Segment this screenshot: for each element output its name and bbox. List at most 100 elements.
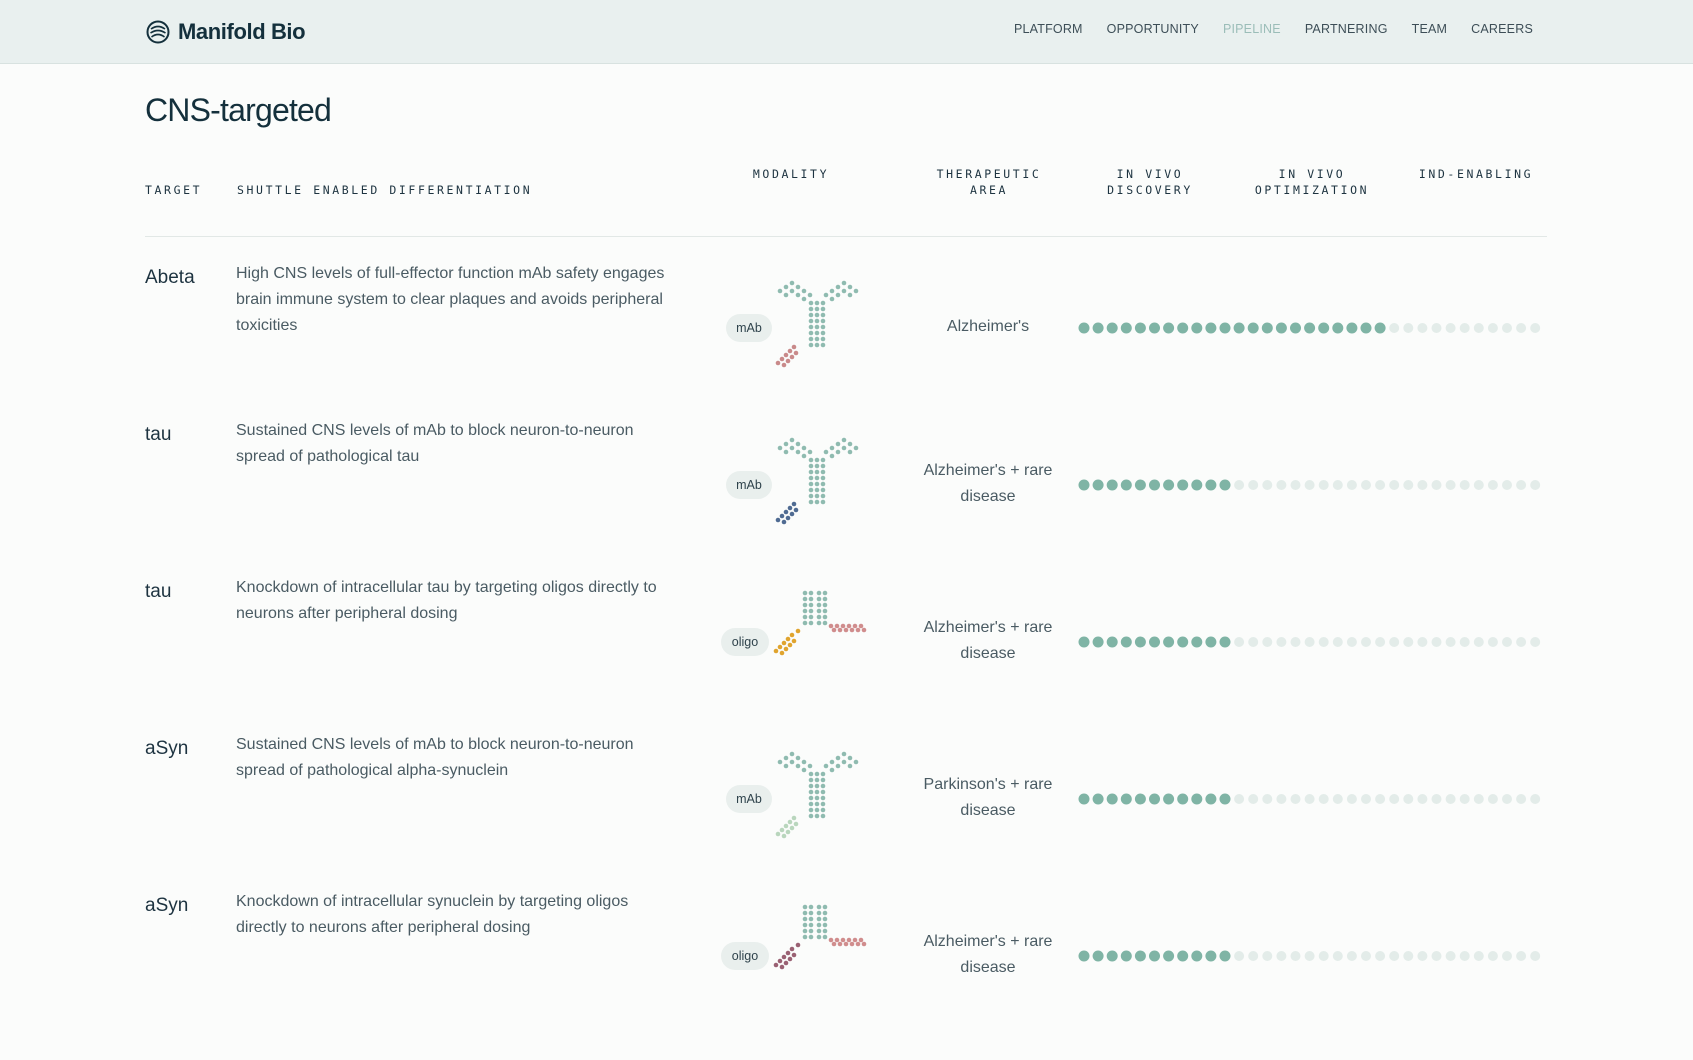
oligo-tail-dot (861, 627, 867, 633)
column-header-area: THERAPEUTIC AREA (937, 166, 1042, 198)
oligo-dot (822, 928, 828, 934)
antibody-dot (820, 807, 826, 813)
column-header-optimization-line1: IN VIVO (1278, 167, 1346, 181)
row-target: aSyn (145, 738, 189, 759)
progress-dot-filled (1205, 322, 1217, 334)
progress-dot-filled (1120, 950, 1132, 962)
antibody-dot (829, 453, 835, 459)
progress-dot-empty (1361, 794, 1371, 804)
progress-dot-filled (1106, 479, 1118, 491)
oligo-dot (802, 608, 808, 614)
progress-dot-filled (1247, 322, 1259, 334)
antibody-dot (829, 759, 835, 765)
progress-dot-empty (1403, 951, 1414, 961)
nav-partnering[interactable]: PARTNERING (1305, 22, 1388, 36)
antibody-dot (808, 499, 814, 505)
shuttle-dot (785, 358, 791, 364)
antibody-dot (820, 312, 826, 318)
progress-dot-empty (1487, 637, 1498, 647)
oligo-icon (773, 590, 867, 656)
antibody-dot (820, 493, 826, 499)
progress-dot-empty (1431, 794, 1442, 804)
nav-platform[interactable]: PLATFORM (1014, 22, 1083, 36)
progress-dot-empty (1459, 794, 1470, 804)
progress-dot-empty (1502, 951, 1512, 961)
progress-dot-filled (1219, 479, 1231, 491)
progress-dot-filled (1092, 322, 1104, 334)
progress-dot-empty (1304, 637, 1315, 647)
progress-dot-filled (1177, 636, 1189, 648)
oligo-dot (802, 602, 808, 608)
progress-dot-empty (1248, 794, 1259, 804)
progress-dot-empty (1530, 323, 1541, 333)
progress-dot-empty (1417, 323, 1428, 333)
logo-link[interactable]: Manifold Bio (146, 17, 306, 47)
antibody-dot (841, 751, 847, 757)
progress-dot-empty (1516, 323, 1527, 333)
nav-pipeline[interactable]: PIPELINE (1223, 22, 1281, 36)
antibody-dot (847, 292, 853, 298)
shuttle-dot (777, 958, 783, 964)
antibody-dot (808, 306, 814, 312)
antibody-dot (814, 318, 820, 324)
progress-dot-empty (1304, 794, 1315, 804)
row-target: tau (145, 581, 172, 602)
antibody-dot (841, 759, 847, 765)
antibody-dot (814, 306, 820, 312)
progress-dot-empty (1502, 480, 1512, 490)
nav-team[interactable]: TEAM (1412, 22, 1448, 36)
progress-dot-filled (1332, 322, 1344, 334)
progress-dot-empty (1375, 951, 1386, 961)
progress-dot-filled (1106, 793, 1118, 805)
progress-dot-empty (1516, 480, 1527, 490)
oligo-dot (816, 608, 822, 614)
oligo-tail-dot (855, 627, 861, 633)
antibody-dot (820, 342, 826, 348)
row-target: Abeta (145, 267, 195, 288)
oligo-tail-dot (846, 623, 852, 629)
antibody-dot (814, 813, 820, 819)
progress-dot-empty (1234, 951, 1245, 961)
oligo-dot (808, 590, 814, 596)
oligo-dot (816, 928, 822, 934)
oligo-dot (822, 922, 828, 928)
progress-dot-filled (1120, 479, 1132, 491)
shuttle-dot (781, 954, 787, 960)
oligo-tail-dot (852, 937, 858, 943)
antibody-dot (820, 481, 826, 487)
oligo-dot (802, 916, 808, 922)
row-description: Sustained CNS levels of mAb to block neu… (236, 736, 634, 779)
antibody-dot (853, 445, 859, 451)
therapeutic-area-line2: disease (960, 488, 1016, 505)
antibody-dot (814, 330, 820, 336)
shuttle-dot (793, 507, 799, 513)
progress-dot-empty (1389, 480, 1400, 490)
antibody-dot (795, 449, 801, 455)
nav-careers[interactable]: CAREERS (1471, 22, 1533, 36)
oligo-dot (808, 904, 814, 910)
shuttle-dot (791, 815, 797, 821)
progress-dot-empty (1389, 323, 1400, 333)
oligo-dot (822, 614, 828, 620)
antibody-dot (820, 777, 826, 783)
progress-dot-filled (1120, 793, 1132, 805)
progress-dot-filled (1149, 793, 1160, 805)
shuttle-dot (791, 952, 797, 958)
shuttle-dot (779, 827, 785, 833)
progress-dot-empty (1304, 951, 1315, 961)
antibody-icon (775, 437, 859, 525)
antibody-dot (820, 789, 826, 795)
progress-dot-filled (1219, 950, 1231, 962)
nav-opportunity[interactable]: OPPORTUNITY (1107, 22, 1199, 36)
antibody-dot (783, 763, 789, 769)
oligo-tail-dot (861, 941, 867, 947)
antibody-dot (847, 284, 853, 290)
brand-name: Manifold Bio (178, 19, 306, 44)
shuttle-dot (789, 632, 795, 638)
progress-dot-filled (1120, 322, 1132, 334)
antibody-dot (808, 324, 814, 330)
shuttle-dot (783, 509, 789, 515)
antibody-dot (808, 807, 814, 813)
oligo-dot (808, 620, 814, 626)
header-divider (145, 236, 1547, 237)
